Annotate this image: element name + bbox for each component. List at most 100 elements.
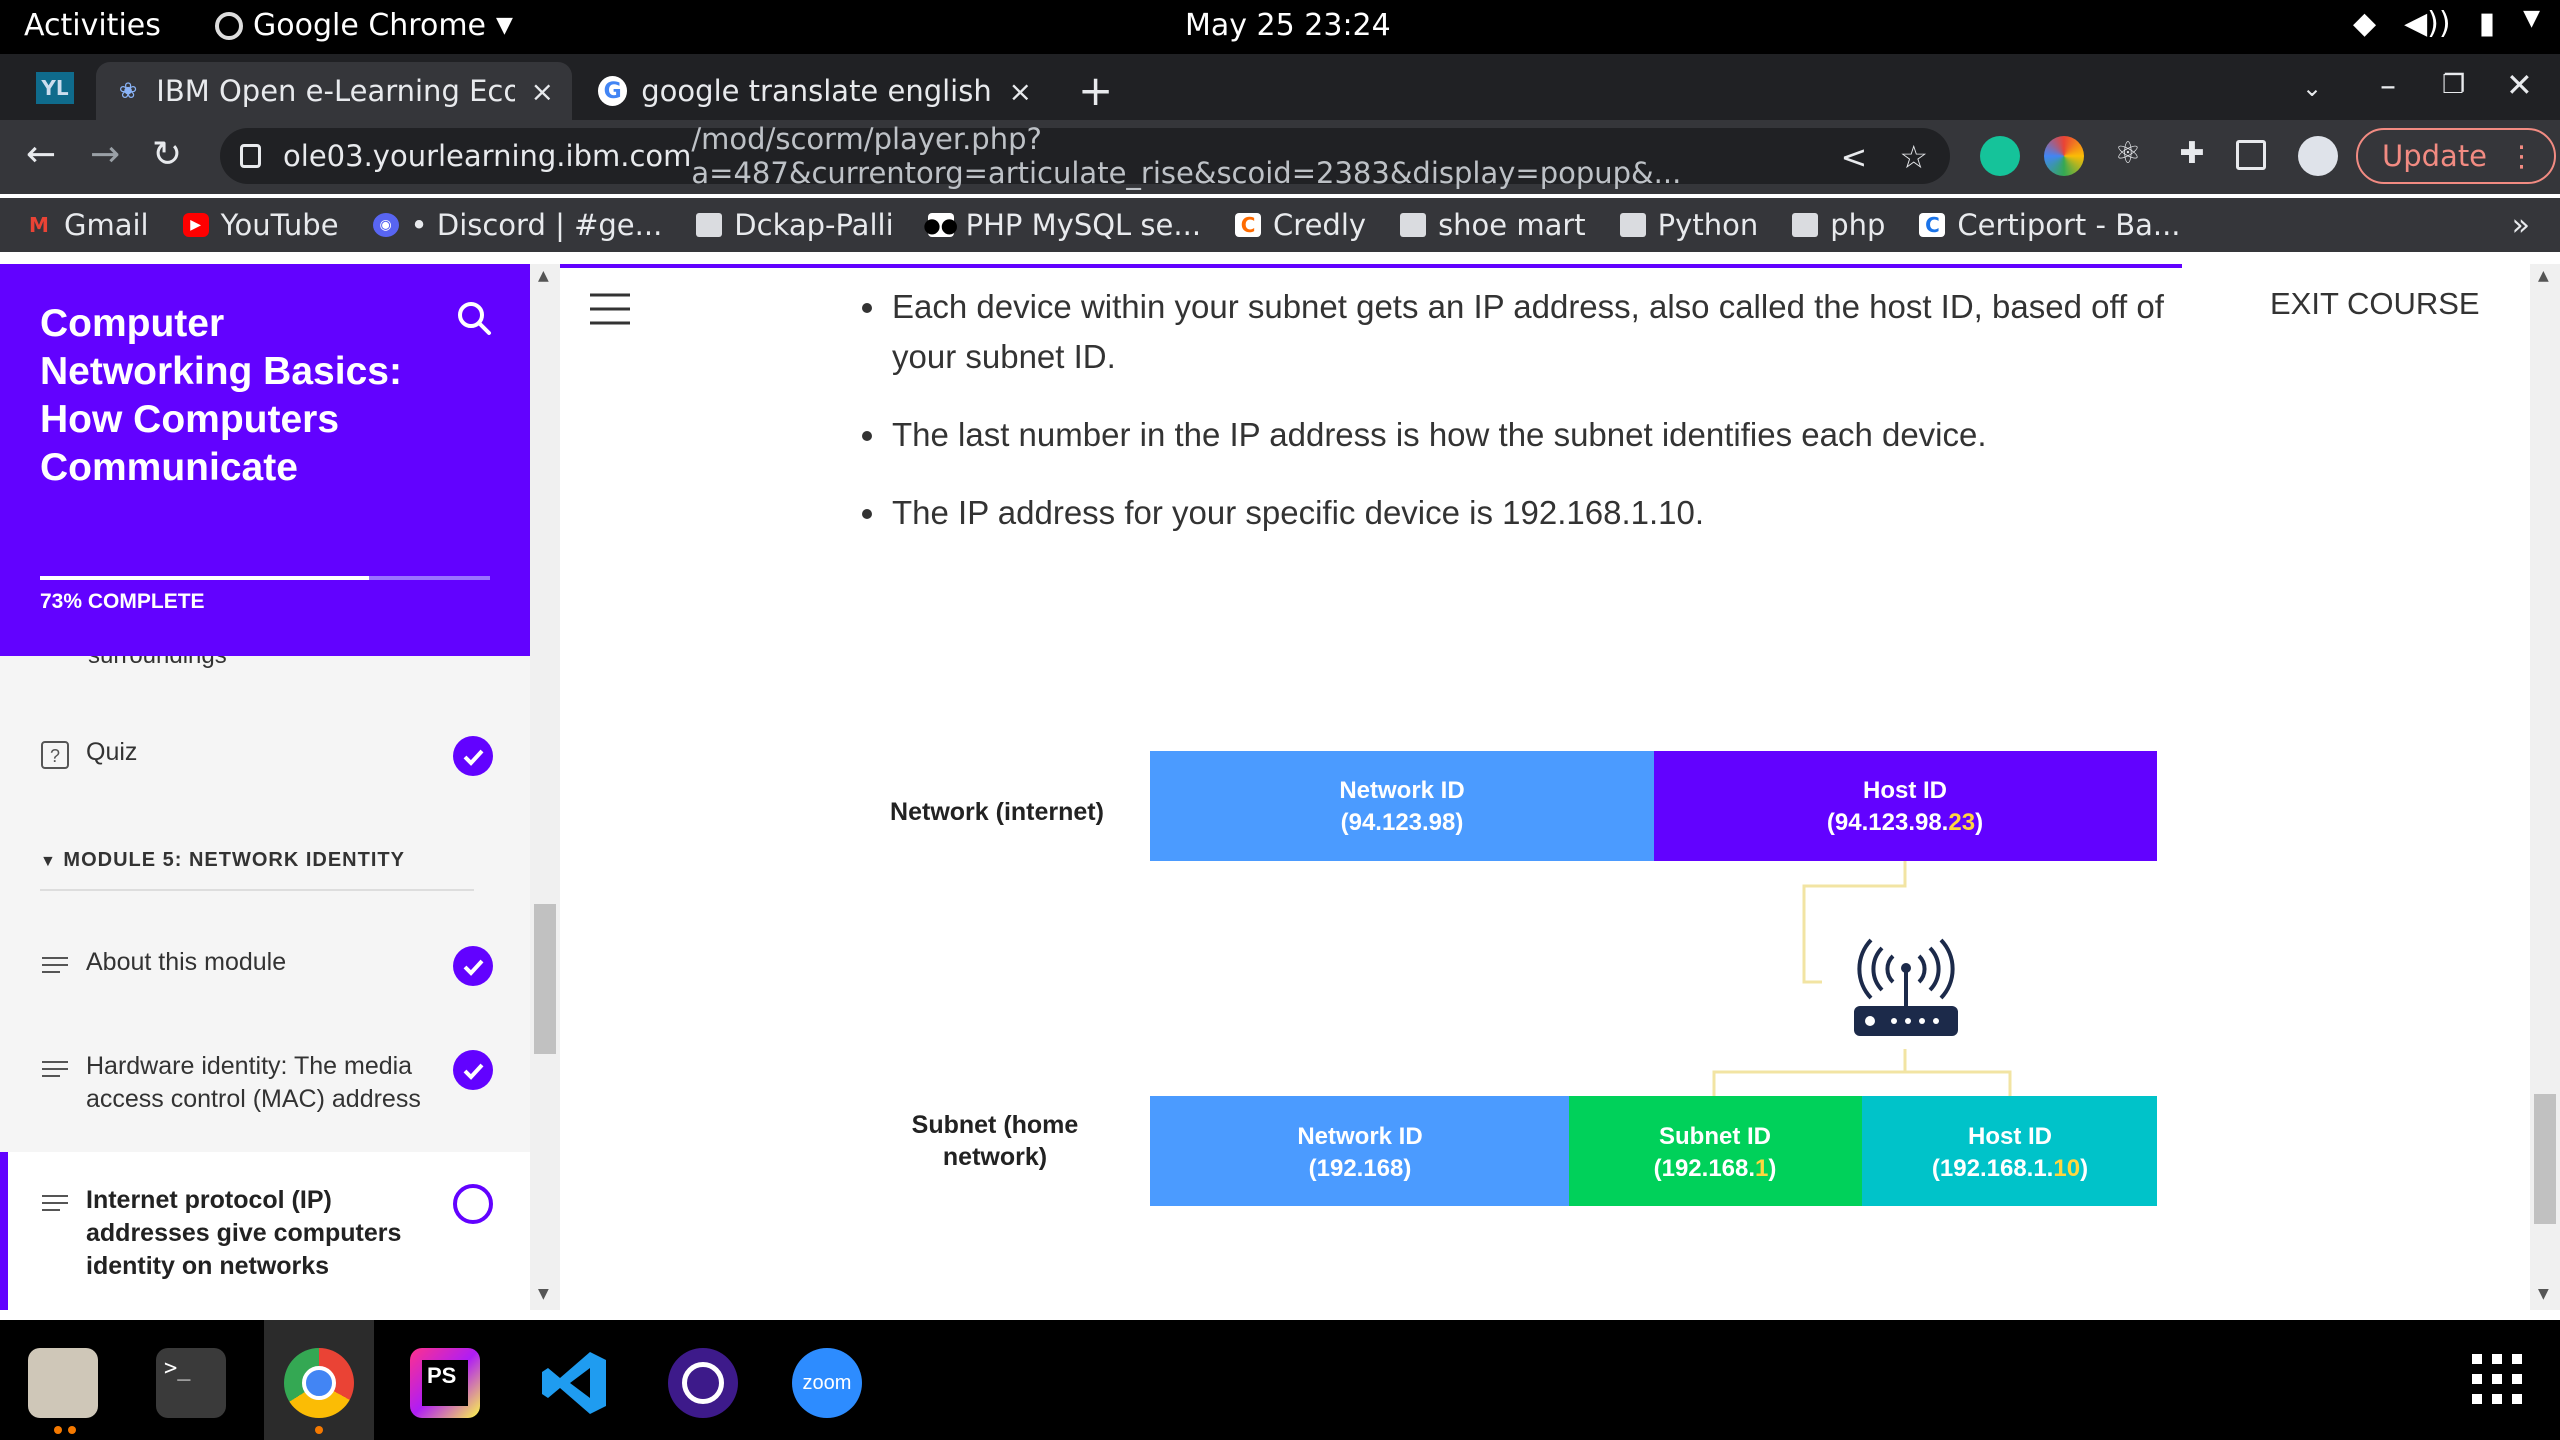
- sidebar-scrollbar-thumb[interactable]: [534, 904, 556, 1054]
- row1-network-id-value: (94.123.98): [1341, 809, 1464, 836]
- close-window-button[interactable]: ✕: [2506, 66, 2533, 104]
- running-indicator: [315, 1426, 323, 1434]
- ibm-favicon: ❀: [118, 78, 138, 104]
- more-menu-icon: ⋮: [2507, 139, 2537, 173]
- scroll-up-arrow-icon[interactable]: ▲: [538, 268, 549, 284]
- lesson-lines-icon: [42, 1061, 68, 1077]
- vscode-icon[interactable]: [540, 1348, 610, 1418]
- system-tray[interactable]: ◆ ◀)) ▮ ▼: [2353, 6, 2540, 41]
- bookmark-youtube[interactable]: ▶ YouTube: [182, 208, 339, 242]
- react-devtools-icon[interactable]: ⚛: [2108, 136, 2148, 176]
- gmail-icon: M: [29, 213, 49, 237]
- module-header[interactable]: ▼ MODULE 5: NETWORK IDENTITY: [40, 849, 405, 872]
- terminal-icon[interactable]: >_: [156, 1348, 226, 1418]
- obs-icon[interactable]: [668, 1348, 738, 1418]
- grammarly-extension-icon[interactable]: [1980, 136, 2020, 176]
- value-prefix: (192.168.: [1654, 1155, 1755, 1182]
- discord-icon: ◉: [372, 213, 399, 237]
- side-panel-icon[interactable]: [2236, 140, 2266, 170]
- clock[interactable]: May 25 23:24: [1185, 8, 1391, 43]
- phpstorm-label: PS: [422, 1360, 468, 1406]
- search-icon[interactable]: [456, 300, 492, 336]
- chevron-down-icon: ▼: [2523, 6, 2540, 31]
- show-apps-grid-icon[interactable]: [2470, 1352, 2524, 1406]
- update-button[interactable]: Update ⋮: [2356, 128, 2557, 184]
- course-title: Computer Networking Basics: How Computer…: [40, 302, 402, 489]
- tab-ibm-elearning[interactable]: ❀ IBM Open e-Learning Ecos ×: [96, 62, 572, 120]
- extensions-puzzle-icon[interactable]: ✚: [2172, 136, 2212, 176]
- value-prefix: (192.168.1.: [1932, 1155, 2053, 1182]
- close-tab-icon[interactable]: ×: [531, 75, 554, 108]
- lock-icon[interactable]: [240, 144, 262, 168]
- progress-bar-fill: [40, 576, 369, 580]
- scroll-down-arrow-icon[interactable]: ▼: [2538, 1286, 2549, 1302]
- progress-bar: [40, 576, 490, 580]
- wifi-icon: ◆: [2353, 6, 2377, 41]
- sidebar-item-about-module[interactable]: About this module: [0, 946, 530, 986]
- bookmarks-overflow-button[interactable]: »: [2512, 208, 2530, 243]
- bookmark-php-mysql[interactable]: ●● PHP MySQL se...: [923, 208, 1201, 242]
- address-bar[interactable]: ole03.yourlearning.ibm.com/mod/scorm/pla…: [220, 122, 1950, 190]
- tab-title: google translate english t: [641, 74, 993, 108]
- new-tab-button[interactable]: +: [1078, 66, 1113, 115]
- bookmark-star-icon[interactable]: ☆: [1899, 138, 1928, 176]
- sidebar-header: Computer Networking Basics: How Computer…: [0, 264, 530, 656]
- tab-google-translate[interactable]: G google translate english t ×: [580, 62, 1050, 120]
- close-tab-icon[interactable]: ×: [1009, 75, 1032, 108]
- bookmark-shoe-mart[interactable]: shoe mart: [1400, 208, 1586, 242]
- reload-button[interactable]: ↻: [152, 134, 182, 175]
- sidebar-item-ip-addresses[interactable]: Internet protocol (IP) addresses give co…: [0, 1152, 530, 1310]
- certiport-icon: C: [1919, 213, 1946, 237]
- bookmark-python[interactable]: Python: [1619, 208, 1759, 242]
- share-icon[interactable]: <: [1841, 138, 1868, 176]
- complete-check-icon: [453, 946, 493, 986]
- row2-subnet-id-value: (192.168.1): [1654, 1155, 1777, 1182]
- medium-icon: ●●: [923, 213, 959, 237]
- sidebar-item-mac-address[interactable]: Hardware identity: The media access cont…: [0, 1050, 530, 1116]
- bookmark-label: • Discord | #ge...: [410, 208, 663, 242]
- chevron-down-icon: ▼: [496, 13, 513, 38]
- value-highlight: 23: [1948, 809, 1975, 836]
- folder-icon: [1792, 213, 1819, 237]
- sidebar-scrollbar[interactable]: ▲ ▼: [530, 264, 560, 1310]
- phpstorm-icon[interactable]: PS: [410, 1348, 480, 1418]
- back-button[interactable]: ←: [26, 134, 56, 175]
- restore-button[interactable]: ❐: [2442, 70, 2465, 100]
- chrome-icon[interactable]: [284, 1348, 354, 1418]
- app-menu[interactable]: Google Chrome ▼: [215, 8, 513, 43]
- activities-button[interactable]: Activities: [24, 8, 161, 43]
- yourlearning-extension-icon[interactable]: YL: [36, 72, 74, 104]
- tab-bar: YL ❀ IBM Open e-Learning Ecos × G google…: [0, 54, 2560, 120]
- minimize-button[interactable]: –: [2380, 66, 2396, 104]
- tab-title: IBM Open e-Learning Ecos: [156, 74, 515, 108]
- course-sidebar: surroundings Computer Networking Basics:…: [0, 264, 530, 1310]
- bookmark-discord[interactable]: ◉ • Discord | #ge...: [372, 208, 663, 242]
- tab-search-icon[interactable]: ⌄: [2302, 74, 2322, 102]
- bookmark-gmail[interactable]: M Gmail: [26, 208, 149, 242]
- sidebar-item-label: Internet protocol (IP) addresses give co…: [86, 1186, 402, 1280]
- bookmark-php[interactable]: php: [1792, 208, 1885, 242]
- scroll-up-arrow-icon[interactable]: ▲: [2538, 268, 2549, 284]
- color-picker-extension-icon[interactable]: [2044, 136, 2084, 176]
- bookmark-label: Python: [1657, 208, 1759, 242]
- sidebar-item-quiz[interactable]: ? Quiz: [0, 736, 530, 776]
- folder-icon: [1619, 213, 1646, 237]
- row2-network-id-block: [1150, 1096, 1569, 1206]
- content-scrollbar-thumb[interactable]: [2534, 1094, 2556, 1224]
- value-highlight: 10: [2053, 1155, 2080, 1182]
- bookmark-label: Dckap-Palli: [734, 208, 894, 242]
- bookmark-dckap-palli[interactable]: Dckap-Palli: [696, 208, 894, 242]
- connector-line: [1905, 1070, 2012, 1096]
- youtube-icon: ▶: [182, 213, 209, 237]
- svg-text:?: ?: [50, 746, 60, 766]
- content-scrollbar[interactable]: ▲ ▼: [2530, 264, 2560, 1310]
- in-progress-ring-icon: [453, 1184, 493, 1224]
- profile-avatar[interactable]: [2298, 136, 2338, 176]
- scroll-down-arrow-icon[interactable]: ▼: [538, 1286, 549, 1302]
- row2-subnet-id-block: [1569, 1096, 1862, 1206]
- zoom-icon[interactable]: zoom: [792, 1348, 862, 1418]
- files-icon[interactable]: [28, 1348, 98, 1418]
- bookmark-credly[interactable]: C Credly: [1235, 208, 1366, 242]
- forward-button[interactable]: →: [90, 134, 120, 175]
- bookmark-certiport[interactable]: C Certiport - Ba...: [1919, 208, 2181, 242]
